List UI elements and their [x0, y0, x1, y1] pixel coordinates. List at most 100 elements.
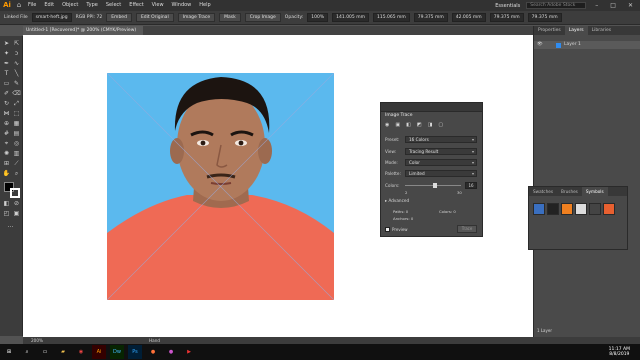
- image-trace-button[interactable]: Image Trace: [177, 13, 216, 22]
- x-field[interactable]: 141.005 mm: [332, 13, 369, 22]
- document-tab[interactable]: Untitled-1 [Recovered]* @ 200% (CMYK/Pre…: [23, 26, 143, 35]
- symbol-swatch[interactable]: [603, 203, 615, 215]
- magic-wand-tool-icon[interactable]: ✦: [2, 50, 11, 58]
- direct-selection-tool-icon[interactable]: ⇱: [12, 40, 21, 48]
- mode-select[interactable]: Color: [405, 159, 477, 166]
- tab-brushes[interactable]: Brushes: [557, 187, 582, 196]
- stroke-color-swatch[interactable]: [10, 188, 20, 198]
- type-tool-icon[interactable]: T: [2, 70, 11, 78]
- pen-tool-icon[interactable]: ✒: [2, 60, 11, 68]
- free-transform-tool-icon[interactable]: ⬚: [12, 110, 21, 118]
- rectangle-tool-icon[interactable]: ▭: [2, 80, 11, 88]
- eraser-tool-icon[interactable]: ⌫: [12, 90, 21, 98]
- opacity-field[interactable]: 100%: [307, 13, 329, 22]
- tab-layers[interactable]: Layers: [564, 26, 588, 35]
- mask-button[interactable]: Mask: [219, 13, 241, 22]
- selection-tool-icon[interactable]: ➤: [2, 40, 11, 48]
- symbol-swatch[interactable]: [547, 203, 559, 215]
- perspective-grid-tool-icon[interactable]: ▦: [12, 120, 21, 128]
- tab-swatches[interactable]: Swatches: [529, 187, 557, 196]
- linked-file-label[interactable]: Linked File: [4, 15, 28, 20]
- menu-window[interactable]: Window: [168, 0, 196, 11]
- advanced-toggle[interactable]: ▸ Advanced: [385, 198, 409, 203]
- symbol-sprayer-tool-icon[interactable]: ✺: [2, 150, 11, 158]
- tab-properties[interactable]: Properties: [534, 26, 565, 35]
- file-name-field[interactable]: smart-heft.jpg: [31, 13, 72, 22]
- zoom-level[interactable]: 200%: [31, 337, 43, 344]
- line-tool-icon[interactable]: ╲: [12, 70, 21, 78]
- menu-object[interactable]: Object: [58, 0, 82, 11]
- visibility-eye-icon[interactable]: 👁: [537, 42, 543, 47]
- workspace-switcher[interactable]: Essentials: [495, 3, 520, 9]
- app-icon[interactable]: ●: [164, 345, 178, 359]
- layer-row[interactable]: 👁 Layer 1: [534, 41, 640, 49]
- gradient-tool-icon[interactable]: ▤: [12, 130, 21, 138]
- symbol-swatch[interactable]: [575, 203, 587, 215]
- colors-value-field[interactable]: 16: [465, 182, 477, 189]
- high-color-icon[interactable]: ▣: [395, 122, 400, 132]
- none-color-icon[interactable]: ⊘: [12, 200, 21, 208]
- tab-symbols[interactable]: Symbols: [581, 187, 608, 196]
- paintbrush-tool-icon[interactable]: ✎: [12, 80, 21, 88]
- lasso-tool-icon[interactable]: ↄ: [12, 50, 21, 58]
- panel-header[interactable]: [381, 103, 482, 112]
- hand-tool-icon[interactable]: ✋: [2, 170, 11, 178]
- symbol-swatch[interactable]: [561, 203, 573, 215]
- palette-select[interactable]: Limited: [405, 170, 477, 177]
- view-select[interactable]: Tracing Result: [405, 148, 477, 155]
- graph-tool-icon[interactable]: ▥: [12, 150, 21, 158]
- crop-image-button[interactable]: Crop Image: [244, 13, 281, 22]
- dreamweaver-icon[interactable]: Dw: [110, 345, 124, 359]
- zoom-tool-icon[interactable]: ⌕: [12, 170, 21, 178]
- shape-builder-tool-icon[interactable]: ⊕: [2, 120, 11, 128]
- symbol-swatch[interactable]: [589, 203, 601, 215]
- photoshop-icon[interactable]: Ps: [128, 345, 142, 359]
- rotate-tool-icon[interactable]: ↻: [2, 100, 11, 108]
- w2-field[interactable]: 79.375 mm: [489, 13, 524, 22]
- w-field[interactable]: 79.375 mm: [413, 13, 448, 22]
- placed-photo[interactable]: [107, 73, 334, 300]
- system-clock[interactable]: 11:17 AM 8/8/2019: [609, 347, 640, 358]
- close-icon[interactable]: ✕: [625, 2, 636, 9]
- width-tool-icon[interactable]: ⋈: [2, 110, 11, 118]
- preset-select[interactable]: 16 Colors: [405, 136, 477, 143]
- blend-tool-icon[interactable]: ◎: [12, 140, 21, 148]
- menu-select[interactable]: Select: [102, 0, 125, 11]
- task-view-icon[interactable]: ▭: [38, 345, 52, 359]
- windows-start-icon[interactable]: ⊞: [2, 345, 16, 359]
- colors-slider-handle[interactable]: [433, 183, 437, 188]
- tab-libraries[interactable]: Libraries: [588, 26, 615, 35]
- edit-toolbar-icon[interactable]: ···: [6, 224, 15, 232]
- default-colors-icon[interactable]: ◧: [2, 200, 11, 208]
- h-field[interactable]: 42.005 mm: [451, 13, 486, 22]
- maximize-icon[interactable]: □: [607, 2, 619, 9]
- black-white-icon[interactable]: ◨: [428, 122, 433, 132]
- firefox-icon[interactable]: ●: [146, 345, 160, 359]
- auto-color-icon[interactable]: ◉: [385, 122, 389, 132]
- home-icon[interactable]: ⌂: [14, 0, 24, 11]
- search-icon[interactable]: ⌕: [20, 345, 34, 359]
- stock-search-input[interactable]: Search Adobe Stock: [526, 2, 587, 9]
- grayscale-icon[interactable]: ◩: [417, 122, 422, 132]
- menu-help[interactable]: Help: [195, 0, 214, 11]
- preview-checkbox[interactable]: [385, 227, 390, 232]
- edit-original-button[interactable]: Edit Original: [135, 13, 174, 22]
- menu-effect[interactable]: Effect: [125, 0, 147, 11]
- shaper-tool-icon[interactable]: ✐: [2, 90, 11, 98]
- scale-tool-icon[interactable]: ⤢: [12, 100, 21, 108]
- media-icon[interactable]: ▶: [182, 345, 196, 359]
- file-explorer-icon[interactable]: ▰: [56, 345, 70, 359]
- curvature-tool-icon[interactable]: ∿: [12, 60, 21, 68]
- menu-view[interactable]: View: [148, 0, 168, 11]
- layer-name[interactable]: Layer 1: [564, 42, 581, 47]
- slice-tool-icon[interactable]: ⟋: [12, 160, 21, 168]
- h2-field[interactable]: 79.375 mm: [527, 13, 562, 22]
- y-field[interactable]: 115.065 mm: [372, 13, 410, 22]
- minimize-icon[interactable]: –: [592, 2, 601, 9]
- screen-mode-icon[interactable]: ▣: [12, 210, 21, 218]
- illustrator-taskbar-icon[interactable]: Ai: [92, 345, 106, 359]
- app-logo[interactable]: Ai: [0, 0, 14, 11]
- mesh-tool-icon[interactable]: #: [2, 130, 11, 138]
- symbol-swatch[interactable]: [533, 203, 545, 215]
- chrome-icon[interactable]: ◉: [74, 345, 88, 359]
